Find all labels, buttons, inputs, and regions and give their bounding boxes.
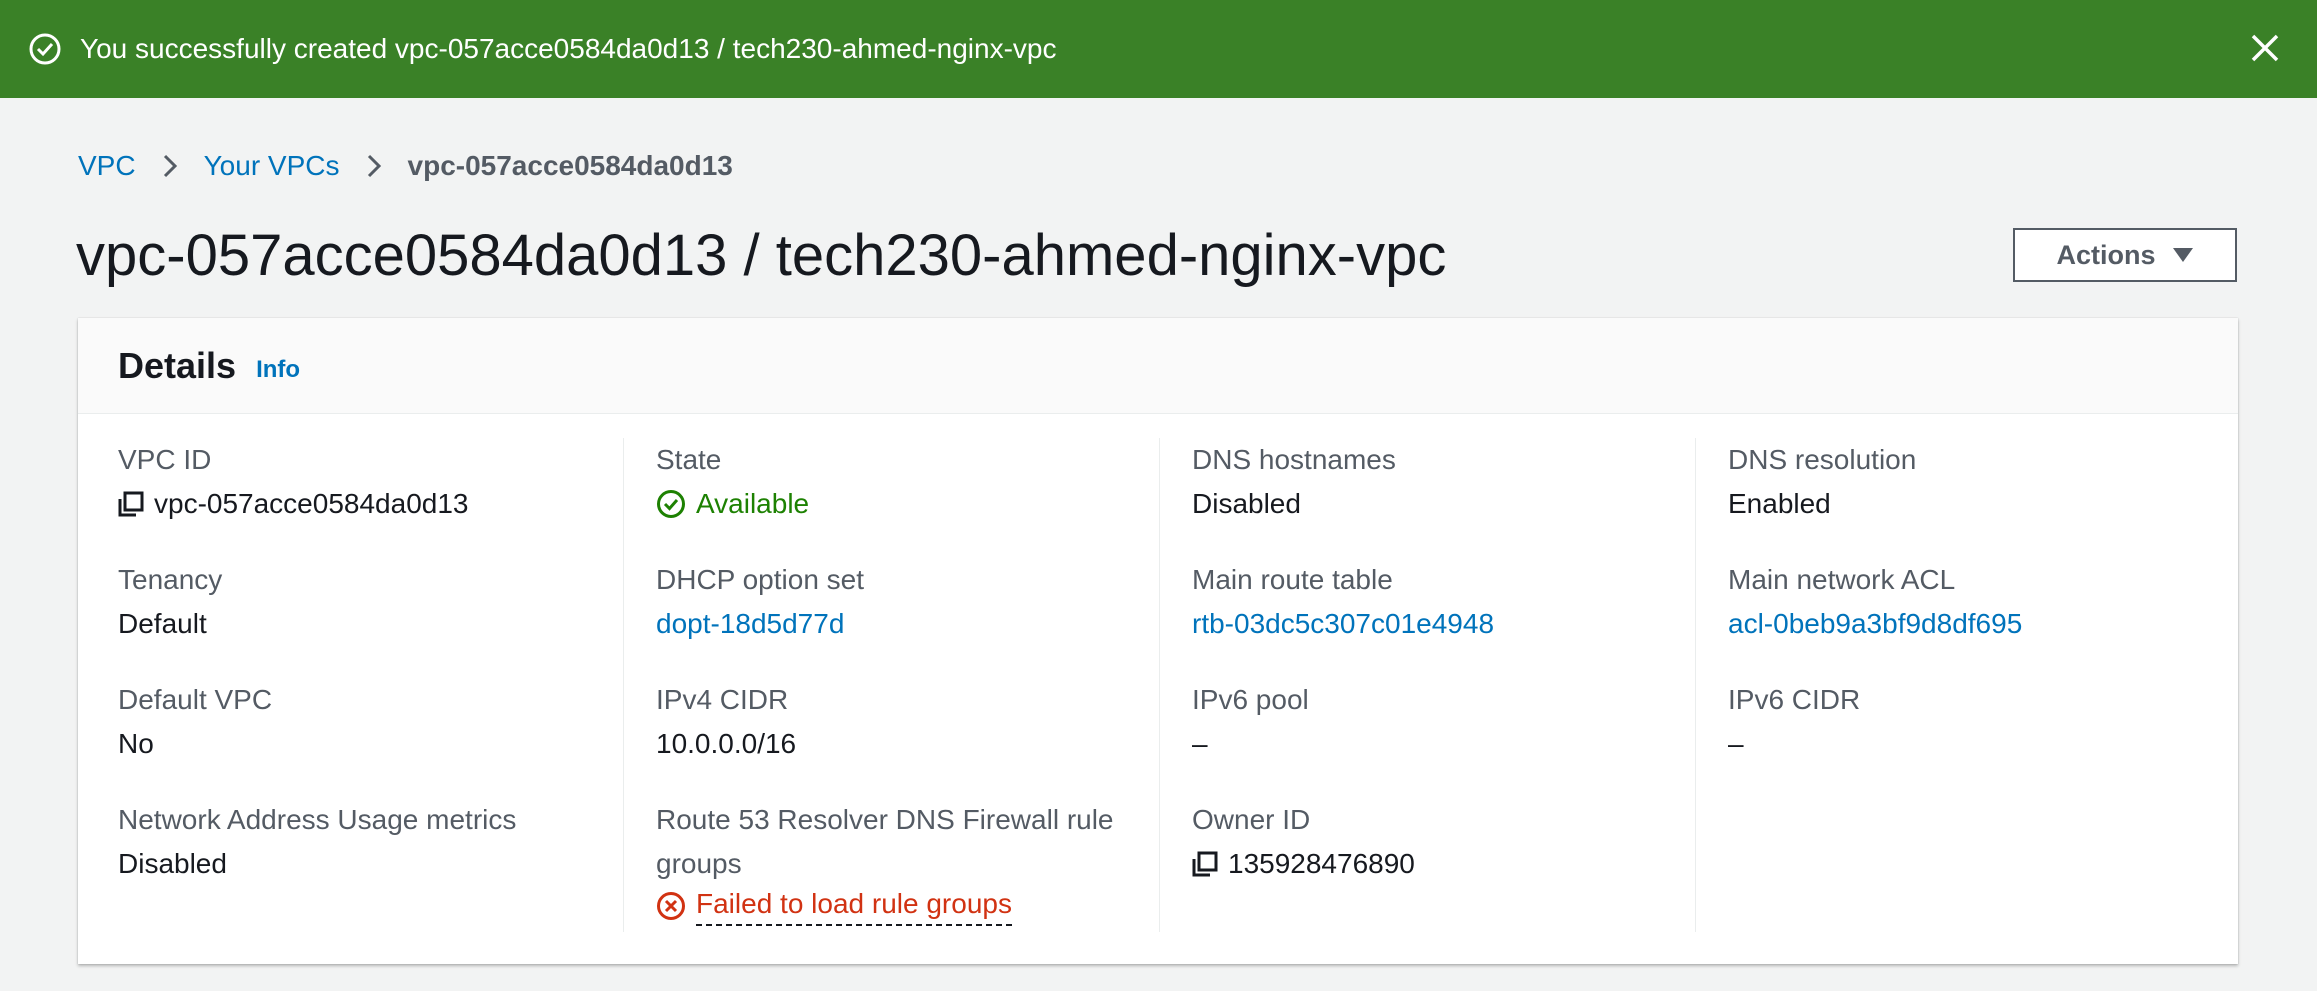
field-value-row: vpc-057acce0584da0d13 (118, 482, 468, 526)
field-value-row: Available (656, 482, 809, 526)
field-value-row: 135928476890 (1192, 842, 1415, 886)
breadcrumb-your-vpcs[interactable]: Your VPCs (204, 150, 340, 182)
vpc-id-value: vpc-057acce0584da0d13 (154, 488, 469, 519)
actions-label: Actions (2056, 239, 2156, 270)
field-label: Main network ACL (1728, 564, 1956, 595)
copy-icon[interactable] (1192, 851, 1218, 877)
owner-id-value: 135928476890 (1228, 848, 1415, 879)
dns-resolution-value: Enabled (1728, 488, 1831, 519)
field-network-address-usage: Network Address Usage metrics Disabled (118, 798, 516, 886)
field-ipv4-cidr: IPv4 CIDR 10.0.0.0/16 (656, 678, 796, 766)
field-state: State Available (656, 438, 809, 526)
field-tenancy: Tenancy Default (118, 558, 222, 646)
field-dns-firewall-rule-groups: Route 53 Resolver DNS Firewall rule grou… (656, 798, 1126, 926)
main-network-acl-link[interactable]: acl-0beb9a3bf9d8df695 (1728, 602, 2022, 646)
field-label: Owner ID (1192, 804, 1311, 835)
field-ipv6-cidr: IPv6 CIDR – (1728, 678, 1860, 766)
status-check-icon (656, 489, 686, 519)
failed-rule-groups-text[interactable]: Failed to load rule groups (696, 886, 1012, 926)
field-label: Network Address Usage metrics (118, 804, 517, 835)
actions-button[interactable]: Actions (2013, 228, 2237, 282)
field-label: State (656, 444, 722, 475)
info-link[interactable]: Info (256, 356, 300, 384)
field-vpc-id: VPC ID vpc-057acce0584da0d13 (118, 438, 468, 526)
network-address-usage-value: Disabled (118, 848, 227, 879)
breadcrumb-vpc[interactable]: VPC (78, 150, 136, 182)
field-label: DNS hostnames (1192, 444, 1396, 475)
field-label: Main route table (1192, 564, 1393, 595)
details-panel: Details Info VPC ID vpc-057acce0584da0d1… (78, 318, 2238, 964)
caret-down-icon (2172, 247, 2194, 263)
breadcrumb: VPC Your VPCs vpc-057acce0584da0d13 (78, 150, 733, 182)
field-label: IPv4 CIDR (656, 684, 789, 715)
field-dhcp-option-set: DHCP option set dopt-18d5d77d (656, 558, 864, 646)
details-title: Details (118, 344, 237, 386)
details-column-4: DNS resolution Enabled Main network ACL … (1695, 438, 2238, 932)
field-label: VPC ID (118, 444, 212, 475)
field-ipv6-pool: IPv6 pool – (1192, 678, 1309, 766)
breadcrumb-current: vpc-057acce0584da0d13 (407, 150, 733, 181)
field-owner-id: Owner ID 135928476890 (1192, 798, 1415, 886)
default-vpc-value: No (118, 728, 154, 759)
main-route-table-link[interactable]: rtb-03dc5c307c01e4948 (1192, 602, 1494, 646)
error-circle-icon (656, 891, 686, 921)
success-flash-banner: You successfully created vpc-057acce0584… (0, 0, 2317, 98)
page-title: vpc-057acce0584da0d13 / tech230-ahmed-ng… (76, 223, 1447, 288)
field-main-route-table: Main route table rtb-03dc5c307c01e4948 (1192, 558, 1494, 646)
flash-message: You successfully created vpc-057acce0584… (80, 33, 1057, 64)
field-dns-resolution: DNS resolution Enabled (1728, 438, 1916, 526)
state-value: Available (696, 488, 810, 519)
ipv6-cidr-value: – (1728, 728, 1744, 759)
field-main-network-acl: Main network ACL acl-0beb9a3bf9d8df695 (1728, 558, 2022, 646)
field-default-vpc: Default VPC No (118, 678, 272, 766)
dns-hostnames-value: Disabled (1192, 488, 1301, 519)
field-value-row: Failed to load rule groups (656, 886, 1126, 926)
field-label: IPv6 CIDR (1728, 684, 1861, 715)
close-icon[interactable] (2247, 30, 2283, 66)
field-label: DNS resolution (1728, 444, 1917, 475)
details-column-1: VPC ID vpc-057acce0584da0d13 Tenancy Def… (78, 438, 623, 932)
field-label: Tenancy (118, 564, 223, 595)
chevron-right-icon (162, 152, 178, 180)
field-label: IPv6 pool (1192, 684, 1309, 715)
details-column-3: DNS hostnames Disabled Main route table … (1159, 438, 1695, 932)
field-label: Default VPC (118, 684, 273, 715)
field-label: Route 53 Resolver DNS Firewall rule grou… (656, 804, 1114, 879)
chevron-right-icon (366, 152, 382, 180)
dhcp-option-set-link[interactable]: dopt-18d5d77d (656, 602, 864, 646)
field-label: DHCP option set (656, 564, 865, 595)
tenancy-value: Default (118, 608, 207, 639)
ipv4-cidr-value: 10.0.0.0/16 (656, 728, 797, 759)
success-check-icon (28, 32, 62, 66)
ipv6-pool-value: – (1192, 728, 1208, 759)
copy-icon[interactable] (118, 491, 144, 517)
field-dns-hostnames: DNS hostnames Disabled (1192, 438, 1396, 526)
details-header: Details Info (78, 318, 2238, 414)
details-column-2: State Available DHCP option set dopt-18d… (623, 438, 1159, 932)
